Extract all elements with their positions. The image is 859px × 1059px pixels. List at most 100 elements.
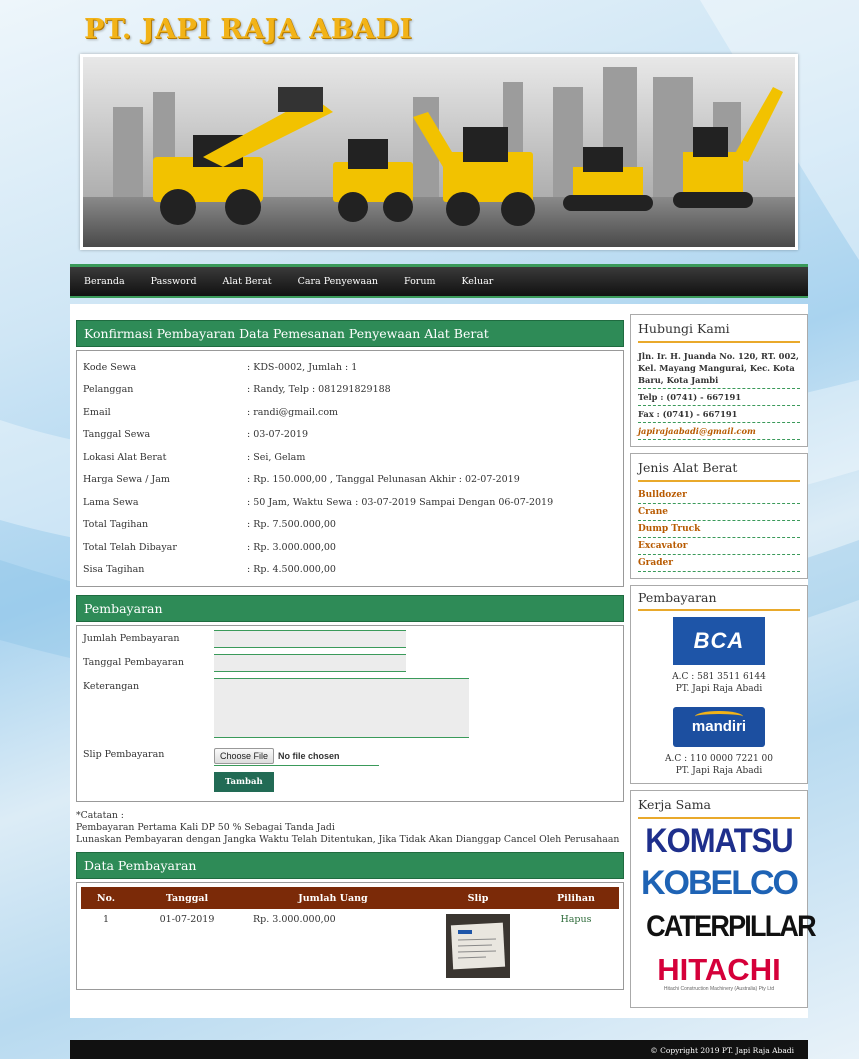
tanggal-input[interactable] (214, 654, 406, 672)
komatsu-logo: KOMATSU (645, 821, 793, 860)
slip-label: Slip Pembayaran (83, 749, 165, 760)
nav-cara-penyewaan[interactable]: Cara Penyewaan (298, 276, 378, 287)
category-excavator[interactable]: Excavator (638, 538, 800, 555)
detail-value: : Rp. 7.500.000,00 (247, 519, 336, 531)
detail-label: Pelanggan (83, 384, 134, 396)
detail-row: Total Tagihan : Rp. 7.500.000,00 (83, 514, 617, 537)
mandiri-logo: mandiri (673, 707, 765, 747)
detail-label: Sisa Tagihan (83, 564, 145, 576)
nav-keluar[interactable]: Keluar (461, 276, 493, 287)
detail-value: : randi@gmail.com (247, 406, 339, 418)
bca-name: PT. Japi Raja Abadi (675, 684, 763, 694)
nav-beranda[interactable]: Beranda (84, 276, 125, 287)
detail-value: : 03-07-2019 (247, 429, 308, 441)
nav-alat-berat[interactable]: Alat Berat (223, 276, 272, 287)
payment-table: No. Tanggal Jumlah Uang Slip Pilihan 1 0… (81, 887, 619, 987)
cell-no: 1 (102, 914, 110, 925)
keterangan-textarea[interactable] (214, 678, 469, 738)
caterpillar-logo: CATERPILLAR (646, 910, 816, 943)
table-header-row: No. Tanggal Jumlah Uang Slip Pilihan (81, 887, 619, 909)
pembayaran-heading: Pembayaran (76, 595, 624, 622)
kobelco-logo: KOBELCO (641, 864, 799, 902)
pembayaran-side-title: Pembayaran (638, 591, 800, 611)
form-row-tanggal: Tanggal Pembayaran (83, 654, 617, 672)
detail-row: Pelanggan : Randy, Telp : 081291829188 (83, 379, 617, 402)
bca-logo: BCA (673, 617, 765, 665)
main-column: Konfirmasi Pembayaran Data Pemesanan Pen… (76, 320, 624, 990)
catatan-line: Pembayaran Pertama Kali DP 50 % Sebagai … (76, 822, 335, 833)
category-bulldozer[interactable]: Bulldozer (638, 487, 800, 504)
tanggal-label: Tanggal Pembayaran (83, 657, 184, 668)
footer: © Copyright 2019 PT. Japi Raja Abadi (70, 1040, 808, 1059)
nav-password[interactable]: Password (151, 276, 197, 287)
detail-row: Lama Sewa: 50 Jam, Waktu Sewa : 03-07-20… (83, 491, 617, 514)
banner-image (83, 57, 795, 247)
detail-label: Total Telah Dibayar (83, 541, 177, 553)
detail-value: : Randy, Telp : 081291829188 (247, 384, 391, 396)
detail-row: Email : randi@gmail.com (83, 401, 617, 424)
jumlah-input[interactable] (214, 630, 406, 648)
choose-file-button[interactable]: Choose File (214, 747, 275, 764)
address-text: Jln. Ir. H. Juanda No. 120, RT. 002, Kel… (638, 348, 800, 389)
tambah-button[interactable]: Tambah (214, 772, 274, 792)
content-area: Konfirmasi Pembayaran Data Pemesanan Pen… (70, 304, 817, 1018)
hubungi-widget: Hubungi Kami Jln. Ir. H. Juanda No. 120,… (630, 314, 808, 447)
category-crane[interactable]: Crane (638, 504, 800, 521)
col-tanggal: Tanggal (131, 887, 243, 909)
data-pembayaran-heading: Data Pembayaran (76, 852, 624, 879)
form-row-keterangan: Keterangan (83, 678, 617, 738)
detail-label: Kode Sewa (83, 361, 137, 373)
data-pembayaran-box: No. Tanggal Jumlah Uang Slip Pilihan 1 0… (76, 882, 624, 990)
jenis-widget: Jenis Alat Berat Bulldozer Crane Dump Tr… (630, 453, 808, 579)
slip-thumbnail[interactable] (446, 914, 510, 978)
detail-row: Kode Sewa : KDS-0002, Jumlah : 1 (83, 356, 617, 379)
detail-label: Lokasi Alat Berat (83, 451, 167, 463)
hapus-link[interactable]: Hapus (560, 914, 591, 925)
bca-account: A.C : 581 3511 6144 (672, 672, 766, 682)
mandiri-name: PT. Japi Raja Abadi (675, 766, 763, 776)
hitachi-subtext: Hitachi Construction Machinery (Australi… (663, 986, 775, 992)
pembayaran-widget: Pembayaran BCA A.C : 581 3511 6144 PT. J… (630, 585, 808, 784)
detail-value: : 50 Jam, Waktu Sewa : 03-07-2019 Sampai… (247, 496, 554, 508)
cell-pilihan: Hapus (533, 909, 619, 987)
sidebar: Hubungi Kami Jln. Ir. H. Juanda No. 120,… (630, 314, 817, 1014)
telp-text: Telp : (0741) - 667191 (638, 389, 800, 406)
mandiri-account: A.C : 110 0000 7221 00 (664, 754, 774, 764)
catatan-line: Lunaskan Pembayaran dengan Jangka Waktu … (76, 834, 620, 845)
col-slip: Slip (423, 887, 533, 909)
fax-text: Fax : (0741) - 667191 (638, 406, 800, 423)
detail-value: : KDS-0002, Jumlah : 1 (247, 361, 358, 373)
category-grader[interactable]: Grader (638, 555, 800, 572)
catatan-note: *Catatan : Pembayaran Pertama Kali DP 50… (76, 810, 624, 846)
hubungi-title: Hubungi Kami (638, 321, 800, 343)
detail-value: : Rp. 3.000.000,00 (247, 541, 336, 553)
table-row: 1 01-07-2019 Rp. 3.000.000,00 Hapus (81, 909, 619, 987)
cell-jumlah: Rp. 3.000.000,00 (253, 914, 336, 925)
cell-tanggal: 01-07-2019 (159, 914, 215, 925)
detail-value: : Sei, Gelam (247, 451, 306, 463)
detail-row: Sisa Tagihan: Rp. 4.500.000,00 (83, 559, 617, 582)
slip-file-input[interactable]: Choose File No file chosen (214, 746, 379, 766)
detail-label: Total Tagihan (83, 519, 149, 531)
keterangan-label: Keterangan (83, 681, 140, 692)
detail-label: Email (83, 406, 111, 418)
konfirmasi-heading: Konfirmasi Pembayaran Data Pemesanan Pen… (76, 320, 624, 347)
nav-forum[interactable]: Forum (404, 276, 435, 287)
main-navbar: Beranda Password Alat Berat Cara Penyewa… (70, 264, 808, 298)
category-dump-truck[interactable]: Dump Truck (638, 521, 800, 538)
hitachi-logo: HITACHI (657, 952, 781, 987)
catatan-heading: *Catatan : (76, 810, 124, 821)
detail-row: Lokasi Alat Berat : Sei, Gelam (83, 446, 617, 469)
col-pilihan: Pilihan (533, 887, 619, 909)
detail-label: Harga Sewa / Jam (83, 474, 170, 486)
kerjasama-title: Kerja Sama (638, 797, 800, 819)
pembayaran-form: Jumlah Pembayaran Tanggal Pembayaran Ket… (76, 625, 624, 802)
detail-value: : Rp. 150.000,00 , Tanggal Pelunasan Akh… (247, 474, 520, 486)
detail-row: Total Telah Dibayar : Rp. 3.000.000,00 (83, 536, 617, 559)
detail-row: Harga Sewa / Jam : Rp. 150.000,00 , Tangg… (83, 469, 617, 492)
email-text: japirajaabadi@gmail.com (638, 423, 800, 440)
konfirmasi-details: Kode Sewa : KDS-0002, Jumlah : 1 Pelangga… (76, 350, 624, 587)
site-title: PT. JAPI RAJA ABADI (84, 14, 413, 45)
col-jumlah: Jumlah Uang (243, 887, 423, 909)
detail-row: Tanggal Sewa: 03-07-2019 (83, 424, 617, 447)
